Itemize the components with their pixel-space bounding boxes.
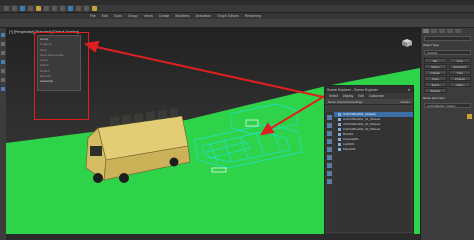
filter-spacewarps-icon[interactable] (327, 155, 332, 160)
create-sphere-button[interactable]: Sphere (424, 64, 447, 69)
command-panel: Object Type AutoGrid Box Cone Sphere Geo… (420, 28, 474, 240)
name-and-color-heading[interactable]: Name and Color (421, 96, 474, 101)
filter-cameras-icon[interactable] (327, 139, 332, 144)
menu-item-assembly[interactable]: Assembly (40, 79, 78, 84)
filter-groups-icon[interactable] (327, 163, 332, 168)
object-icon (338, 148, 341, 151)
rotate-icon[interactable] (52, 6, 57, 11)
se-menu-edit[interactable]: Edit (358, 94, 364, 98)
object-icon (338, 113, 341, 116)
create-pyramid-button[interactable]: Pyramid (448, 76, 471, 81)
filter-geometry-icon[interactable] (327, 115, 332, 120)
object-icon (338, 128, 341, 131)
filter-helpers-icon[interactable] (327, 147, 332, 152)
command-panel-tabs (421, 28, 474, 34)
status-bar (6, 234, 420, 240)
freeze-icon[interactable] (1, 87, 5, 91)
object-icon (338, 138, 341, 141)
object-icon (338, 143, 341, 146)
tab-display[interactable] (455, 29, 461, 33)
filter-bones-icon[interactable] (327, 179, 332, 184)
create-geosphere-button[interactable]: GeoSphere (448, 64, 471, 69)
column-name[interactable]: Name (Sorted Ascending) (328, 100, 362, 104)
undo-icon[interactable] (4, 6, 9, 11)
render-icon[interactable] (92, 6, 97, 11)
snap-icon[interactable] (68, 6, 73, 11)
create-cone-button[interactable]: Cone (448, 58, 471, 63)
align-icon[interactable] (84, 6, 89, 11)
tab-create[interactable] (423, 29, 429, 33)
column-frozen[interactable]: Frozen (401, 100, 410, 104)
create-teapot-button[interactable]: Teapot (424, 82, 447, 87)
menu-item-graph-editors[interactable]: Graph Editors (217, 14, 239, 18)
scene-explorer-window: Scene Explorer - Scene Explorer ✕ Select… (324, 85, 414, 240)
tab-modify[interactable] (431, 29, 437, 33)
scene-explorer-column-header[interactable]: Name (Sorted Ascending) Frozen (325, 99, 413, 105)
layer-icon[interactable] (1, 42, 5, 46)
menu-item-tools[interactable]: Tools (114, 14, 122, 18)
unlink-icon[interactable] (28, 6, 33, 11)
perspective-viewport[interactable]: [+] [Perspective] [Standard] [Default Sh… (6, 28, 420, 240)
group-popup-menu: Group Ungroup Open Open Recursively Clos… (37, 35, 81, 91)
scene-explorer-titlebar[interactable]: Scene Explorer - Scene Explorer ✕ (325, 86, 413, 93)
se-menu-select[interactable]: Select (329, 94, 338, 98)
scene-explorer-list: ArchVizBus001_Chassis ArchVizBus001_01_W… (334, 112, 413, 232)
object-name-field[interactable]: ArchVizBus001_Chassis (424, 103, 471, 108)
list-item-label: Plane001 (343, 147, 356, 151)
autogrid-checkbox[interactable]: AutoGrid (424, 50, 471, 55)
object-icon (338, 123, 341, 126)
filter-icon[interactable] (1, 78, 5, 82)
menu-item-create[interactable]: Create (159, 14, 170, 18)
object-type-heading[interactable]: Object Type (421, 43, 474, 48)
se-menu-display[interactable]: Display (343, 94, 353, 98)
menu-item-animation[interactable]: Animation (196, 14, 212, 18)
ribbon (0, 19, 474, 28)
object-color-swatch[interactable] (467, 114, 472, 119)
menu-item-edit[interactable]: Edit (102, 14, 108, 18)
create-tube-button[interactable]: Tube (448, 70, 471, 75)
create-cylinder-button[interactable]: Cylinder (424, 70, 447, 75)
viewcube-icon[interactable] (400, 38, 414, 48)
menu-item-rendering[interactable]: Rendering (245, 14, 261, 18)
create-torus-button[interactable]: Torus (424, 76, 447, 81)
utilities-icon[interactable] (1, 69, 5, 73)
hierarchy-icon[interactable] (1, 51, 5, 55)
object-icon (338, 118, 341, 121)
scene-explorer-filter-bar (325, 112, 334, 232)
select-object-icon[interactable] (1, 33, 5, 37)
menu-item-group[interactable]: Group (128, 14, 138, 18)
create-plane-button[interactable]: Plane (448, 82, 471, 87)
menu-item-file[interactable]: File (90, 14, 96, 18)
filter-lights-icon[interactable] (327, 131, 332, 136)
object-type-buttons: Box Cone Sphere GeoSphere Cylinder Tube … (421, 57, 474, 94)
list-item[interactable]: Plane001 (334, 147, 413, 152)
menu-item-modifiers[interactable]: Modifiers (175, 14, 189, 18)
tab-hierarchy[interactable] (439, 29, 445, 33)
scale-icon[interactable] (60, 6, 65, 11)
create-textplus-button[interactable]: TextPlus (424, 88, 447, 93)
select-icon[interactable] (36, 6, 41, 11)
mirror-icon[interactable] (76, 6, 81, 11)
main-toolbar (0, 5, 474, 13)
scene-explorer-title: Scene Explorer - Scene Explorer (327, 87, 378, 92)
object-icon (338, 133, 341, 136)
display-icon[interactable] (1, 60, 5, 64)
move-icon[interactable] (44, 6, 49, 11)
close-icon[interactable]: ✕ (407, 88, 411, 92)
redo-icon[interactable] (12, 6, 17, 11)
filter-shapes-icon[interactable] (327, 123, 332, 128)
se-menu-customize[interactable]: Customize (369, 94, 384, 98)
filter-xrefs-icon[interactable] (327, 171, 332, 176)
menu-item-views[interactable]: Views (144, 14, 153, 18)
create-box-button[interactable]: Box (424, 58, 447, 63)
link-icon[interactable] (20, 6, 25, 11)
tab-motion[interactable] (447, 29, 453, 33)
primitive-type-dropdown[interactable] (424, 36, 471, 41)
